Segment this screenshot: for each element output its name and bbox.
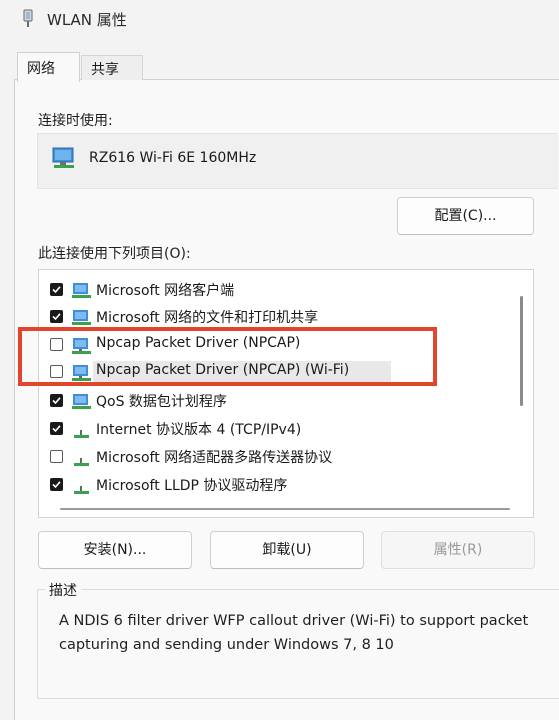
protocol-icon — [74, 458, 89, 466]
network-adapter-icon — [52, 147, 74, 168]
adapter-box: RZ616 Wi-Fi 6E 160MHz — [37, 133, 558, 189]
list-item[interactable]: QoS 数据包计划程序 — [39, 389, 509, 415]
description-text: A NDIS 6 filter driver WFP callout drive… — [59, 613, 529, 653]
item-checkbox[interactable] — [50, 394, 63, 407]
configure-button[interactable]: 配置(C)... — [397, 197, 534, 235]
protocol-icon — [74, 486, 89, 494]
item-label: Microsoft LLDP 协议驱动程序 — [96, 478, 288, 494]
item-label: Microsoft 网络客户端 — [96, 283, 235, 299]
item-label: Microsoft 网络适配器多路传送器协议 — [96, 450, 333, 466]
item-checkbox[interactable] — [50, 422, 63, 435]
items-label: 此连接使用下列项目(O): — [38, 246, 191, 262]
components-list[interactable]: Microsoft 网络客户端 Microsoft 网络的文件和打印机共享 Np… — [38, 269, 534, 518]
item-checkbox[interactable] — [50, 478, 63, 491]
window-title: WLAN 属性 — [47, 11, 127, 29]
tab-sharing[interactable]: 共享 — [81, 55, 143, 80]
uninstall-button[interactable]: 卸载(U) — [210, 531, 364, 569]
connect-using-label: 连接时使用: — [38, 113, 113, 129]
tab-network[interactable]: 网络 — [17, 52, 80, 82]
list-item[interactable]: Microsoft 网络客户端 — [39, 278, 509, 304]
install-button[interactable]: 安装(N)... — [38, 531, 192, 569]
description-label: 描述 — [45, 580, 81, 600]
horizontal-scrollbar[interactable] — [60, 508, 510, 510]
wlan-adapter-icon — [23, 9, 33, 27]
qos-scheduler-icon — [72, 394, 91, 409]
network-client-icon — [72, 283, 91, 298]
vertical-scrollbar[interactable] — [520, 296, 523, 406]
list-item[interactable]: Microsoft LLDP 协议驱动程序 — [39, 473, 509, 499]
list-item[interactable]: Microsoft 网络适配器多路传送器协议 — [39, 445, 509, 471]
list-item[interactable]: Internet 协议版本 4 (TCP/IPv4) — [39, 417, 509, 443]
item-label: Internet 协议版本 4 (TCP/IPv4) — [96, 422, 302, 438]
item-label: Microsoft 网络的文件和打印机共享 — [96, 310, 319, 326]
item-checkbox[interactable] — [50, 283, 63, 296]
properties-button[interactable]: 属性(R) — [381, 531, 535, 569]
item-checkbox[interactable] — [50, 310, 63, 323]
item-checkbox[interactable] — [50, 450, 63, 463]
protocol-icon — [74, 430, 89, 438]
highlight-box — [18, 327, 437, 386]
title-bar: WLAN 属性 — [0, 0, 559, 38]
file-printer-sharing-icon — [72, 310, 91, 325]
item-label: QoS 数据包计划程序 — [96, 394, 227, 410]
adapter-name: RZ616 Wi-Fi 6E 160MHz — [89, 150, 257, 166]
